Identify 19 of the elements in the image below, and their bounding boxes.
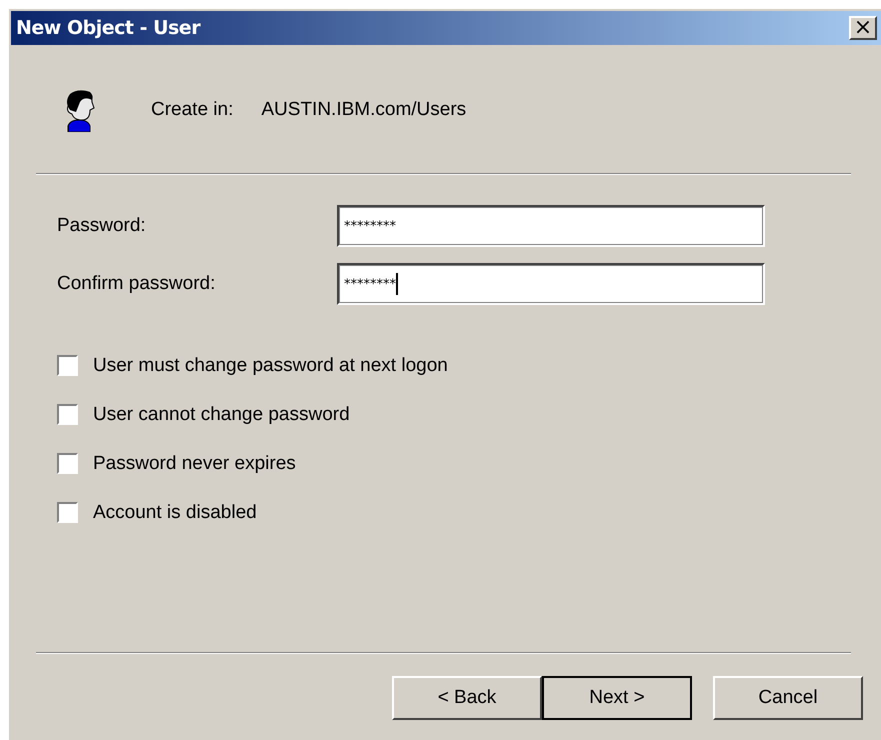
checkbox[interactable] <box>57 453 78 474</box>
checkbox-label: Password never expires <box>93 452 296 474</box>
location-value: AUSTIN.IBM.com/Users <box>261 99 466 121</box>
field-label: Password: <box>57 215 147 237</box>
close-button[interactable]: × <box>849 16 877 40</box>
checkbox-label: Account is disabled <box>93 502 257 524</box>
window-title: New Object - User <box>16 17 200 39</box>
location-label: Create in: <box>151 99 234 121</box>
checkbox-label: User must change password at next logon <box>93 354 448 376</box>
checkbox[interactable] <box>57 404 78 425</box>
password-field[interactable]: ******** <box>337 205 765 247</box>
dialog-button[interactable]: < Back <box>392 676 542 720</box>
checkbox-label: User cannot change password <box>93 404 350 426</box>
dialog-button[interactable]: Cancel <box>713 676 863 720</box>
checkbox[interactable] <box>57 355 78 376</box>
field-label: Confirm password: <box>57 273 216 295</box>
password-field[interactable]: ******** <box>337 263 765 305</box>
checkbox[interactable] <box>57 502 78 523</box>
dialog-button[interactable]: Next > <box>542 676 692 720</box>
